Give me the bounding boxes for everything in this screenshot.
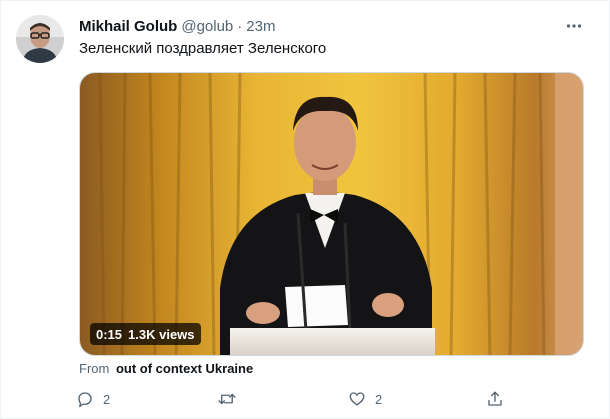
reply-count: 2 [103, 391, 111, 407]
retweet-icon[interactable] [213, 385, 241, 413]
like-icon[interactable] [343, 385, 371, 413]
video-duration: 0:15 [96, 326, 123, 342]
video-player[interactable] [79, 72, 584, 356]
reply-button[interactable]: 2 [71, 385, 110, 413]
tweet-header: Mikhail Golub @golub · 23m [79, 15, 275, 37]
action-bar: 2 2 [71, 385, 511, 413]
tweet-text: Зеленский поздравляет Зеленского [79, 40, 327, 57]
tweet-card[interactable]: Mikhail Golub @golub · 23m Зеленский поз… [0, 0, 610, 419]
media-source: From out of context Ukraine [79, 361, 253, 376]
source-prefix: From [79, 361, 110, 376]
video-views: 1.3K views [128, 326, 195, 342]
share-icon[interactable] [481, 385, 509, 413]
author-handle[interactable]: @golub [181, 18, 233, 35]
reply-icon[interactable] [71, 385, 99, 413]
video-stats-badge: 0:15 1.3K views [90, 323, 201, 345]
source-link[interactable]: out of context Ukraine [116, 361, 253, 376]
avatar[interactable] [16, 15, 64, 63]
video-frame [80, 73, 583, 355]
share-button[interactable] [481, 385, 509, 413]
tweet-timestamp[interactable]: 23m [246, 18, 275, 35]
like-count: 2 [375, 391, 383, 407]
separator-dot: · [237, 17, 243, 35]
like-button[interactable]: 2 [343, 385, 382, 413]
retweet-button[interactable] [213, 385, 245, 413]
more-icon[interactable] [563, 15, 585, 37]
author-name[interactable]: Mikhail Golub [79, 18, 177, 35]
